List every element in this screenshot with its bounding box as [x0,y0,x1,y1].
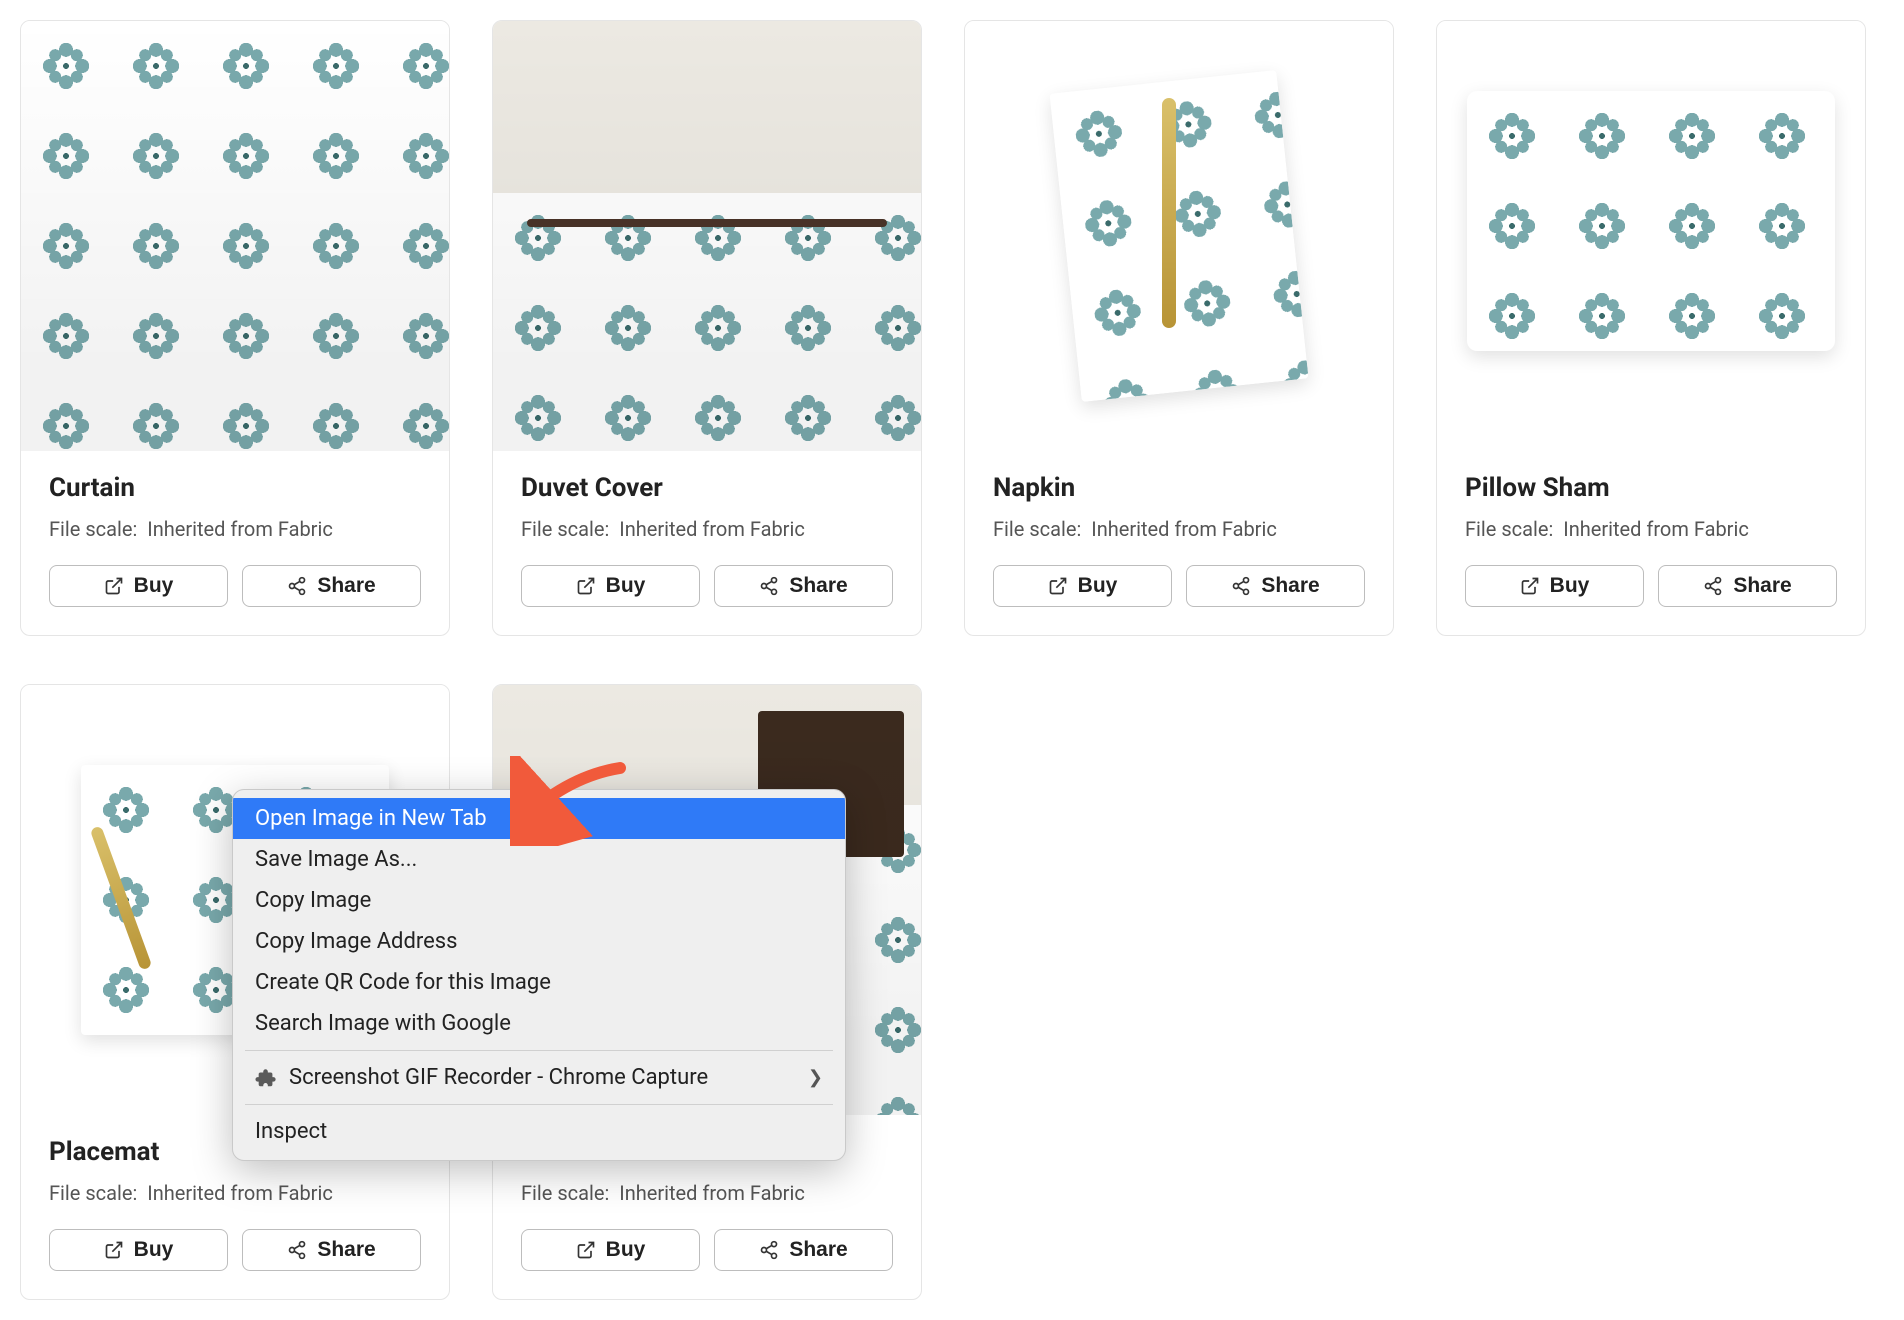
menu-inspect[interactable]: Inspect [233,1111,845,1152]
menu-copy-image[interactable]: Copy Image [233,880,845,921]
external-link-icon [104,1240,124,1260]
external-link-icon [104,576,124,596]
product-title: Curtain [49,473,421,503]
share-icon [759,576,779,596]
share-button[interactable]: Share [1658,565,1837,607]
menu-search-google[interactable]: Search Image with Google [233,1003,845,1044]
share-icon [287,576,307,596]
menu-save-image-as[interactable]: Save Image As... [233,839,845,880]
context-menu: Open Image in New Tab Save Image As... C… [232,789,846,1161]
buy-button[interactable]: Buy [521,565,700,607]
external-link-icon [1048,576,1068,596]
product-title: Napkin [993,473,1365,503]
product-card-sham: Pillow Sham File scale: Inherited from F… [1436,20,1866,636]
product-image-napkin[interactable] [965,21,1393,451]
share-button[interactable]: Share [714,1229,893,1271]
product-title: Duvet Cover [521,473,893,503]
external-link-icon [1520,576,1540,596]
product-title: Pillow Sham [1465,473,1837,503]
share-icon [287,1240,307,1260]
menu-open-image-new-tab[interactable]: Open Image in New Tab [233,798,845,839]
product-image-duvet[interactable] [493,21,921,451]
product-subtitle: File scale: Inherited from Fabric [49,517,421,541]
external-link-icon [576,1240,596,1260]
product-image-sham[interactable] [1437,21,1865,451]
share-icon [1231,576,1251,596]
share-button[interactable]: Share [1186,565,1365,607]
product-card-duvet: Duvet Cover File scale: Inherited from F… [492,20,922,636]
share-icon [1703,576,1723,596]
product-subtitle: File scale: Inherited from Fabric [1465,517,1837,541]
product-card-curtain: Curtain File scale: Inherited from Fabri… [20,20,450,636]
menu-create-qr[interactable]: Create QR Code for this Image [233,962,845,1003]
menu-copy-image-address[interactable]: Copy Image Address [233,921,845,962]
buy-button[interactable]: Buy [993,565,1172,607]
product-card-napkin: Napkin File scale: Inherited from Fabric… [964,20,1394,636]
product-subtitle: File scale: Inherited from Fabric [993,517,1365,541]
product-subtitle: File scale: Inherited from Fabric [49,1181,421,1205]
menu-separator [245,1104,833,1105]
chevron-right-icon: ❯ [808,1067,823,1088]
buy-button[interactable]: Buy [49,1229,228,1271]
menu-separator [245,1050,833,1051]
product-subtitle: File scale: Inherited from Fabric [521,1181,893,1205]
buy-button[interactable]: Buy [1465,565,1644,607]
buy-button[interactable]: Buy [49,565,228,607]
product-image-curtain[interactable] [21,21,449,451]
puzzle-icon [255,1067,277,1089]
share-button[interactable]: Share [242,1229,421,1271]
menu-extension-chrome-capture[interactable]: Screenshot GIF Recorder - Chrome Capture… [233,1057,845,1098]
share-button[interactable]: Share [714,565,893,607]
share-icon [759,1240,779,1260]
external-link-icon [576,576,596,596]
product-subtitle: File scale: Inherited from Fabric [521,517,893,541]
buy-button[interactable]: Buy [521,1229,700,1271]
share-button[interactable]: Share [242,565,421,607]
